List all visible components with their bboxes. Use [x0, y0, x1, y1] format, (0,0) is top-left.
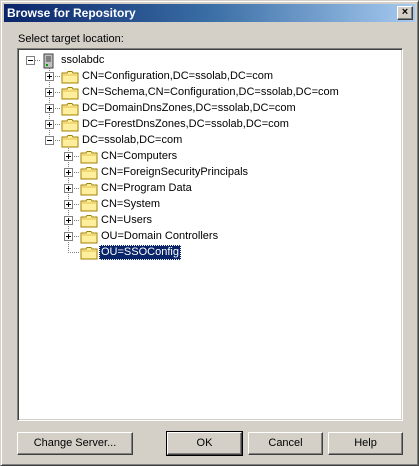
help-button[interactable]: Help — [328, 432, 403, 455]
server-icon — [43, 53, 54, 69]
change-server-button[interactable]: Change Server... — [17, 432, 133, 455]
tree-child-node[interactable]: DC=ForestDnsZones,DC=ssolab,DC=com — [18, 117, 398, 133]
expand-toggle[interactable] — [64, 232, 73, 241]
folder-icon — [80, 182, 98, 196]
repository-tree[interactable]: ssolabdc CN=Configuration,DC=ssolab,DC=c… — [17, 48, 403, 421]
expand-toggle[interactable] — [64, 152, 73, 161]
tree-node-label[interactable]: OU=SSOConfig — [99, 245, 181, 260]
tree-grandchild-node[interactable]: OU=Domain Controllers — [18, 229, 398, 245]
tree-node-label[interactable]: DC=DomainDnsZones,DC=ssolab,DC=com — [80, 101, 298, 116]
folder-icon — [61, 118, 79, 132]
folder-icon — [80, 150, 98, 164]
tree-node-label[interactable]: ssolabdc — [59, 53, 106, 68]
tree-node-label[interactable]: CN=Users — [99, 213, 154, 228]
tree-node-label[interactable]: CN=System — [99, 197, 162, 212]
tree-node-label[interactable]: CN=Computers — [99, 149, 179, 164]
tree-node-label[interactable]: CN=ForeignSecurityPrincipals — [99, 165, 250, 180]
tree-node-label[interactable]: DC=ssolab,DC=com — [80, 133, 184, 148]
tree-grandchild-node[interactable]: OU=SSOConfig — [18, 245, 398, 261]
select-target-prompt: Select target location: — [18, 33, 124, 45]
tree-node-label[interactable]: OU=Domain Controllers — [99, 229, 220, 244]
expand-toggle[interactable] — [45, 72, 54, 81]
folder-icon — [61, 86, 79, 100]
tree-node-root[interactable]: ssolabdc — [18, 53, 218, 69]
tree-child-node[interactable]: DC=ssolab,DC=com — [18, 133, 398, 149]
folder-icon — [61, 134, 79, 148]
title-bar[interactable]: Browse for Repository × — [4, 4, 415, 22]
cancel-button[interactable]: Cancel — [248, 432, 323, 455]
folder-icon — [80, 214, 98, 228]
tree-node-label[interactable]: CN=Configuration,DC=ssolab,DC=com — [80, 69, 275, 84]
tree-grandchild-node[interactable]: CN=System — [18, 197, 398, 213]
folder-icon — [80, 246, 98, 260]
collapse-toggle[interactable] — [26, 56, 35, 65]
close-button[interactable]: × — [397, 6, 413, 20]
folder-icon — [61, 70, 79, 84]
tree-node-label[interactable]: DC=ForestDnsZones,DC=ssolab,DC=com — [80, 117, 291, 132]
tree-grandchild-node[interactable]: CN=Program Data — [18, 181, 398, 197]
expand-toggle[interactable] — [45, 104, 54, 113]
expand-toggle[interactable] — [64, 184, 73, 193]
tree-grandchild-node[interactable]: CN=Users — [18, 213, 398, 229]
expand-toggle[interactable] — [64, 216, 73, 225]
tree-grandchild-node[interactable]: CN=ForeignSecurityPrincipals — [18, 165, 398, 181]
tree-child-node[interactable]: CN=Configuration,DC=ssolab,DC=com — [18, 69, 398, 85]
tree-child-node[interactable]: DC=DomainDnsZones,DC=ssolab,DC=com — [18, 101, 398, 117]
expand-toggle[interactable] — [45, 120, 54, 129]
tree-node-label[interactable]: CN=Program Data — [99, 181, 194, 196]
expand-toggle[interactable] — [45, 88, 54, 97]
window-title: Browse for Repository — [7, 6, 136, 20]
close-icon: × — [401, 6, 409, 18]
folder-icon — [80, 198, 98, 212]
ok-button[interactable]: OK — [166, 431, 243, 456]
tree-grandchild-node[interactable]: CN=Computers — [18, 149, 398, 165]
folder-icon — [80, 166, 98, 180]
tree-node-label[interactable]: CN=Schema,CN=Configuration,DC=ssolab,DC=… — [80, 85, 341, 100]
expand-toggle[interactable] — [64, 168, 73, 177]
folder-icon — [80, 230, 98, 244]
browse-repository-dialog: Browse for Repository × Select target lo… — [0, 0, 419, 466]
collapse-toggle[interactable] — [45, 136, 54, 145]
folder-icon — [61, 102, 79, 116]
expand-toggle[interactable] — [64, 200, 73, 209]
tree-child-node[interactable]: CN=Schema,CN=Configuration,DC=ssolab,DC=… — [18, 85, 398, 101]
